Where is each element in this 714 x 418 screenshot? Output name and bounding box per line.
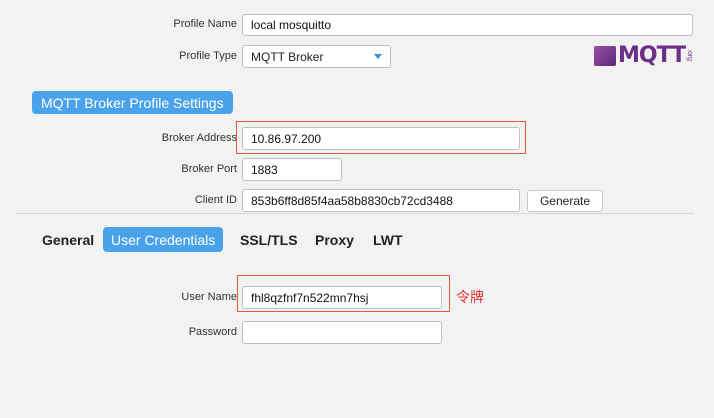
username-input[interactable]: fhl8qzfnf7n522mn7hsj	[242, 286, 442, 309]
broker-port-label: Broker Port	[181, 163, 237, 175]
profile-name-label: Profile Name	[173, 18, 237, 30]
username-label: User Name	[181, 291, 237, 303]
mqtt-logo-mark	[594, 45, 616, 66]
tab-lwt[interactable]: LWT	[373, 232, 403, 248]
broker-address-label: Broker Address	[161, 132, 237, 144]
generate-button[interactable]: Generate	[527, 190, 603, 212]
tab-ssl-tls[interactable]: SSL/TLS	[240, 232, 298, 248]
profile-name-input[interactable]: local mosquitto	[242, 14, 693, 36]
broker-settings-header: MQTT Broker Profile Settings	[32, 91, 233, 114]
password-input[interactable]	[242, 321, 442, 344]
token-annotation: 令牌	[456, 290, 484, 306]
client-id-input[interactable]: 853b6ff8d85f4aa58b8830cb72cd3488	[242, 189, 520, 212]
mqtt-logo: MQTT .org	[594, 43, 693, 68]
client-id-label: Client ID	[194, 194, 237, 206]
password-label: Password	[188, 326, 237, 338]
profile-type-value: MQTT Broker	[251, 49, 324, 64]
profile-type-select[interactable]: MQTT Broker	[242, 45, 391, 68]
broker-address-input[interactable]: 10.86.97.200	[242, 127, 520, 150]
section-divider	[16, 213, 694, 214]
tab-proxy[interactable]: Proxy	[315, 232, 354, 248]
tab-user-credentials[interactable]: User Credentials	[103, 227, 224, 252]
chevron-down-icon	[374, 54, 382, 59]
broker-port-input[interactable]: 1883	[242, 158, 342, 181]
tab-general[interactable]: General	[42, 232, 94, 248]
mqtt-logo-text: MQTT	[618, 43, 686, 68]
mqtt-logo-suffix: .org	[686, 49, 694, 62]
profile-type-label: Profile Type	[179, 50, 237, 62]
